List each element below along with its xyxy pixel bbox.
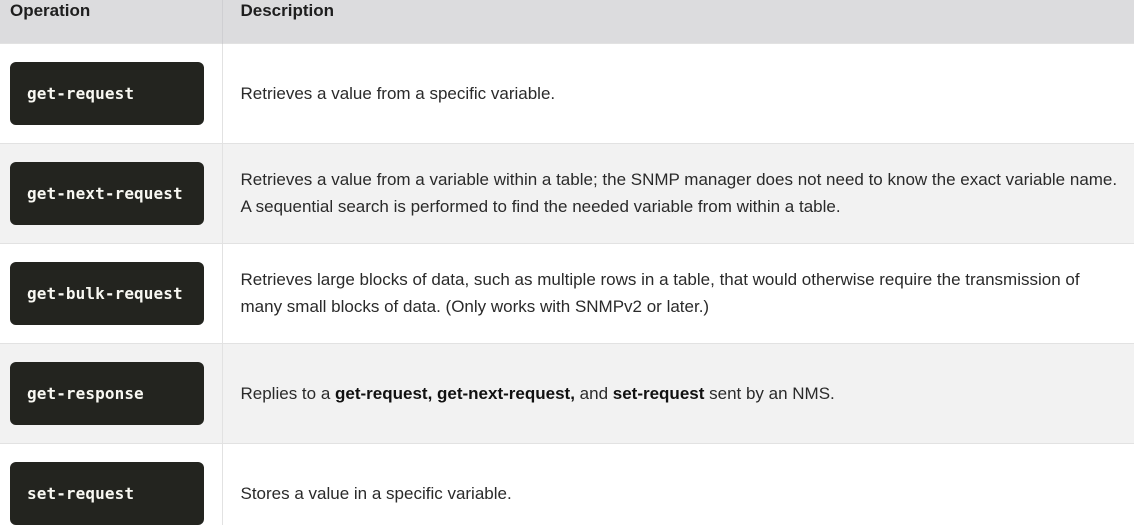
description-cell: Stores a value in a specific variable. [240,483,512,503]
operation-code: get-response [10,361,204,425]
operation-cell: set-request [0,443,223,525]
description-text: Replies to a [240,383,335,403]
operation-code: set-request [10,461,204,525]
description-cell: Retrieves a value from a variable within… [240,170,1118,216]
table-body: get-request Retrieves a value from a spe… [0,43,1134,525]
description-cell: Retrieves large blocks of data, such as … [240,270,1080,316]
operation-cell: get-request [0,43,223,143]
operation-code: get-next-request [10,161,204,225]
description-bold-text: set-request [612,383,705,403]
description-text: sent by an NMS. [704,383,835,403]
operation-column-header: Operation [10,1,91,20]
operation-cell: get-next-request [0,143,223,243]
operation-code: get-request [10,61,204,125]
snmp-operations-table: Operation Description get-request Retrie… [0,0,1134,525]
description-column-header: Description [221,0,1134,43]
description-bold-text: get-request, get-next-request, [335,383,575,403]
operation-code: get-bulk-request [10,261,204,325]
description-cell: Replies to a get-request, get-next-reque… [222,343,1134,443]
table-header: Operation Description [0,0,1134,43]
table-row: set-request Stores a value in a specific… [0,443,1134,525]
operation-cell: get-response [0,343,223,443]
table-row: get-request Retrieves a value from a spe… [0,43,1134,143]
description-cell: Retrieves a value from a specific variab… [240,83,556,103]
table-row: get-response Replies to a get-request, g… [0,343,1134,443]
operation-cell: get-bulk-request [0,243,223,343]
table-row: get-bulk-request Retrieves large blocks … [0,243,1134,343]
table-row: get-next-request Retrieves a value from … [0,143,1134,243]
header-row: Operation Description [0,0,1134,43]
description-text: and [574,383,613,403]
